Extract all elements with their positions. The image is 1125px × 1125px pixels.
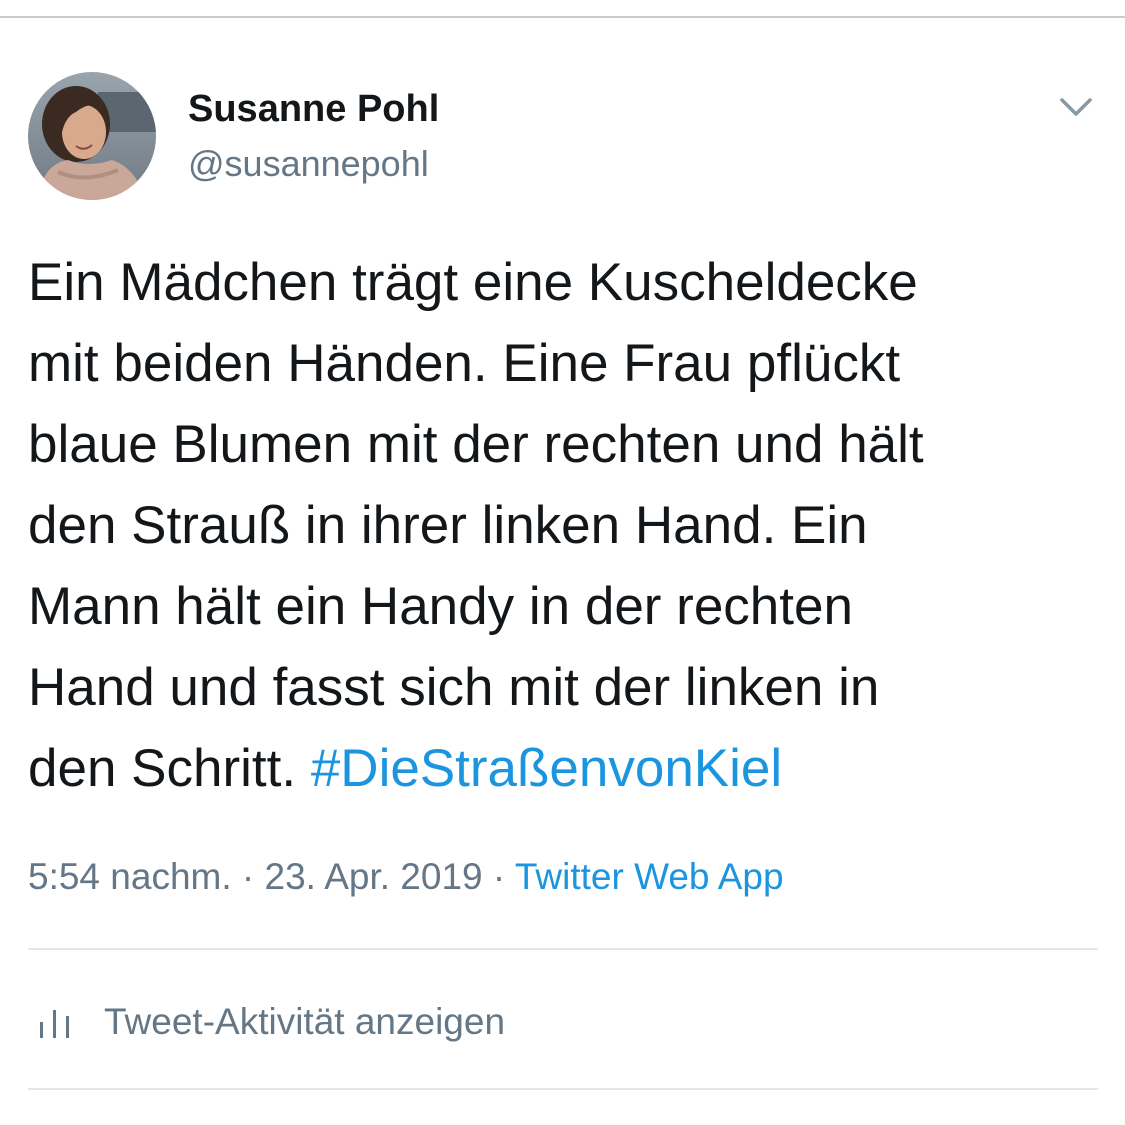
- meta-separator: ·: [482, 856, 515, 897]
- avatar-photo: [28, 72, 156, 200]
- tweet-activity-button[interactable]: Tweet-Aktivität anzeigen: [28, 994, 505, 1050]
- bar-chart-icon: [40, 1010, 69, 1038]
- divider: [28, 948, 1098, 950]
- tweet-time[interactable]: 5:54 nachm.: [28, 856, 232, 897]
- tweet-text: Ein Mädchen trägt eine Kuscheldecke mit b…: [28, 242, 1103, 809]
- tweet-menu-button[interactable]: [1054, 86, 1098, 126]
- tweet-text-line: Mann hält ein Handy in der rechten: [28, 577, 853, 636]
- tweet-text-line: den Schritt.: [28, 739, 311, 798]
- tweet-activity-label: Tweet-Aktivität anzeigen: [104, 1001, 506, 1042]
- tweet-text-line: blaue Blumen mit der rechten und hält: [28, 415, 924, 474]
- meta-separator: ·: [231, 856, 265, 897]
- tweet-text-line: Hand und fasst sich mit der linken in: [28, 658, 880, 717]
- avatar[interactable]: [28, 72, 156, 200]
- tweet-source-link[interactable]: Twitter Web App: [515, 856, 784, 897]
- chevron-down-icon: [1060, 98, 1092, 116]
- divider: [28, 1088, 1098, 1090]
- author-display-name[interactable]: Susanne Pohl: [188, 88, 439, 131]
- top-divider: [0, 16, 1125, 18]
- tweet-text-line: den Strauß in ihrer linken Hand. Ein: [28, 496, 868, 555]
- tweet-text-line: mit beiden Händen. Eine Frau pflückt: [28, 334, 901, 393]
- tweet-date[interactable]: 23. Apr. 2019: [265, 856, 483, 897]
- tweet-text-line: Ein Mädchen trägt eine Kuscheldecke: [28, 253, 918, 312]
- tweet-meta: 5:54 nachm. · 23. Apr. 2019 · Twitter We…: [28, 856, 784, 898]
- author-handle[interactable]: @susannepohl: [188, 143, 429, 185]
- hashtag-link[interactable]: #DieStraßenvonKiel: [311, 739, 782, 798]
